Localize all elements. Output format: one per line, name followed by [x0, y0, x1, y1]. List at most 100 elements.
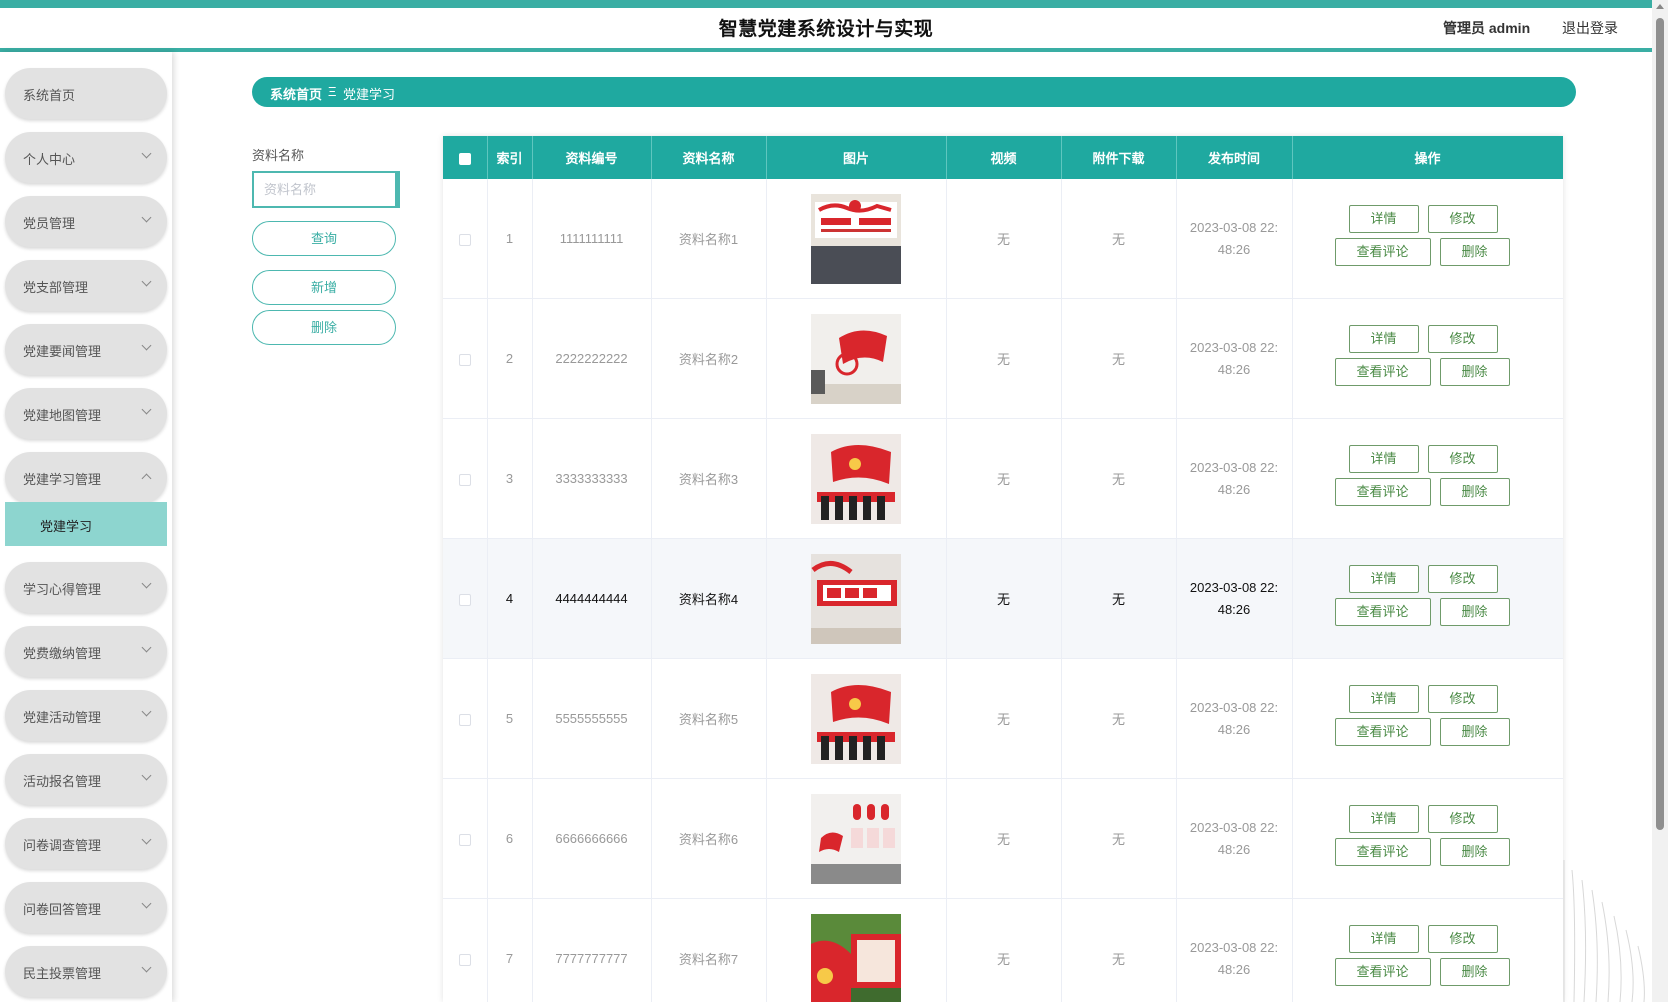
- row-checkbox[interactable]: [458, 233, 471, 246]
- row-checkbox[interactable]: [458, 473, 471, 486]
- row-select-cell[interactable]: [443, 179, 488, 299]
- row-select-cell[interactable]: [443, 658, 488, 779]
- scrollbar-thumb[interactable]: [1656, 18, 1664, 830]
- query-button[interactable]: 查询: [252, 221, 396, 256]
- view-comments-button[interactable]: 查看评论: [1334, 238, 1431, 266]
- video-cell: 无: [946, 538, 1062, 659]
- edit-button[interactable]: 修改: [1427, 805, 1498, 833]
- detail-button[interactable]: 详情: [1348, 925, 1419, 953]
- view-comments-button[interactable]: 查看评论: [1334, 478, 1431, 506]
- thumbnail-image[interactable]: [811, 433, 901, 524]
- publish-clock: 48:26: [1217, 361, 1251, 377]
- header-select-all[interactable]: [443, 136, 488, 179]
- edit-button[interactable]: 修改: [1427, 925, 1498, 953]
- sidebar-item-map[interactable]: 党建地图管理: [5, 388, 167, 439]
- row-select-cell[interactable]: [443, 538, 488, 659]
- delete-button[interactable]: 删除: [1439, 598, 1510, 626]
- sidebar-subitem-label: 党建学习: [40, 519, 93, 534]
- row-select-cell[interactable]: [443, 298, 488, 419]
- detail-button[interactable]: 详情: [1348, 685, 1419, 713]
- index-cell: 4: [487, 538, 533, 659]
- sidebar-item-label: 党员管理: [23, 216, 76, 231]
- actions-cell: 详情 修改查看评论 删除: [1292, 658, 1563, 779]
- view-comments-button[interactable]: 查看评论: [1334, 598, 1431, 626]
- sidebar-subitem-study[interactable]: 党建学习: [5, 502, 167, 546]
- view-comments-button[interactable]: 查看评论: [1334, 358, 1431, 386]
- detail-button[interactable]: 详情: [1348, 205, 1419, 233]
- thumbnail-image[interactable]: [811, 313, 901, 404]
- edit-button[interactable]: 修改: [1427, 565, 1498, 593]
- thumbnail-image[interactable]: [811, 553, 901, 644]
- actions-cell: 详情 修改查看评论 删除: [1292, 538, 1563, 659]
- view-comments-button[interactable]: 查看评论: [1334, 718, 1431, 746]
- row-select-cell[interactable]: [443, 418, 488, 539]
- edit-button[interactable]: 修改: [1427, 445, 1498, 473]
- select-all-checkbox[interactable]: [458, 152, 471, 165]
- thumbnail-image[interactable]: [811, 673, 901, 764]
- chevron-down-icon: [141, 212, 152, 223]
- chevron-down-icon: [141, 834, 152, 845]
- scroll-up-arrow-icon[interactable]: [1656, 4, 1664, 9]
- sidebar-item-surveys[interactable]: 问卷调查管理: [5, 818, 167, 869]
- sidebar-item-branches[interactable]: 党支部管理: [5, 260, 167, 311]
- sidebar-item-home[interactable]: 系统首页: [5, 68, 167, 119]
- add-button[interactable]: 新增: [252, 270, 396, 305]
- edit-button[interactable]: 修改: [1427, 205, 1498, 233]
- row-checkbox[interactable]: [458, 833, 471, 846]
- row-checkbox[interactable]: [458, 353, 471, 366]
- code-cell: 4444444444: [532, 538, 652, 659]
- sidebar-item-study[interactable]: 党建学习管理: [5, 452, 167, 503]
- delete-button[interactable]: 删除: [1439, 718, 1510, 746]
- delete-button[interactable]: 删除: [1439, 238, 1510, 266]
- logout-link[interactable]: 退出登录: [1562, 18, 1618, 38]
- attachment-cell: 无: [1061, 179, 1177, 299]
- sidebar-item-news[interactable]: 党建要闻管理: [5, 324, 167, 375]
- sidebar-item-registrations[interactable]: 活动报名管理: [5, 754, 167, 805]
- attachment-cell: 无: [1061, 538, 1177, 659]
- time-cell: 2023-03-08 22: 48:26: [1176, 298, 1293, 419]
- sidebar-item-reflections[interactable]: 学习心得管理: [5, 562, 167, 613]
- sidebar-item-survey-answers[interactable]: 问卷回答管理: [5, 882, 167, 933]
- detail-button[interactable]: 详情: [1348, 325, 1419, 353]
- code-cell: 3333333333: [532, 418, 652, 539]
- row-checkbox[interactable]: [458, 713, 471, 726]
- delete-button[interactable]: 删除: [1439, 478, 1510, 506]
- sidebar-item-label: 活动报名管理: [23, 774, 102, 789]
- publish-time: 2023-03-08 22: 48:26: [1184, 457, 1284, 501]
- row-checkbox[interactable]: [458, 953, 471, 966]
- view-comments-button[interactable]: 查看评论: [1334, 838, 1431, 866]
- row-select-cell[interactable]: [443, 898, 488, 1002]
- video-cell: 无: [946, 179, 1062, 299]
- detail-button[interactable]: 详情: [1348, 445, 1419, 473]
- search-input[interactable]: [252, 171, 400, 208]
- publish-date: 2023-03-08 22:: [1189, 339, 1279, 355]
- detail-button[interactable]: 详情: [1348, 565, 1419, 593]
- row-checkbox[interactable]: [458, 593, 471, 606]
- view-comments-button[interactable]: 查看评论: [1334, 958, 1431, 986]
- sidebar-item-personal-center[interactable]: 个人中心: [5, 132, 167, 183]
- detail-button[interactable]: 详情: [1348, 805, 1419, 833]
- delete-button[interactable]: 删除: [1439, 958, 1510, 986]
- edit-button[interactable]: 修改: [1427, 685, 1498, 713]
- sidebar-item-fees[interactable]: 党费缴纳管理: [5, 626, 167, 677]
- sidebar-item-label: 学习心得管理: [23, 582, 102, 597]
- breadcrumb-home-link[interactable]: 系统首页: [270, 84, 322, 103]
- batch-delete-button[interactable]: 删除: [252, 310, 396, 345]
- sidebar-item-label: 党建学习管理: [23, 472, 102, 487]
- thumbnail-image[interactable]: [811, 913, 901, 1002]
- sidebar-item-activities[interactable]: 党建活动管理: [5, 690, 167, 741]
- sidebar-item-voting[interactable]: 民主投票管理: [5, 946, 167, 997]
- row-actions: 详情 修改查看评论 删除: [1293, 419, 1543, 538]
- top-header: 智慧党建系统设计与实现 管理员 admin 退出登录: [0, 0, 1652, 52]
- sidebar-item-members[interactable]: 党员管理: [5, 196, 167, 247]
- edit-button[interactable]: 修改: [1427, 325, 1498, 353]
- delete-button[interactable]: 删除: [1439, 838, 1510, 866]
- publish-time: 2023-03-08 22: 48:26: [1184, 697, 1284, 741]
- time-cell: 2023-03-08 22: 48:26: [1176, 658, 1293, 779]
- row-select-cell[interactable]: [443, 778, 488, 899]
- thumbnail-image[interactable]: [811, 793, 901, 884]
- index-cell: 1: [487, 179, 533, 299]
- delete-button[interactable]: 删除: [1439, 358, 1510, 386]
- page-scrollbar[interactable]: [1652, 0, 1668, 1002]
- thumbnail-image[interactable]: [811, 193, 901, 284]
